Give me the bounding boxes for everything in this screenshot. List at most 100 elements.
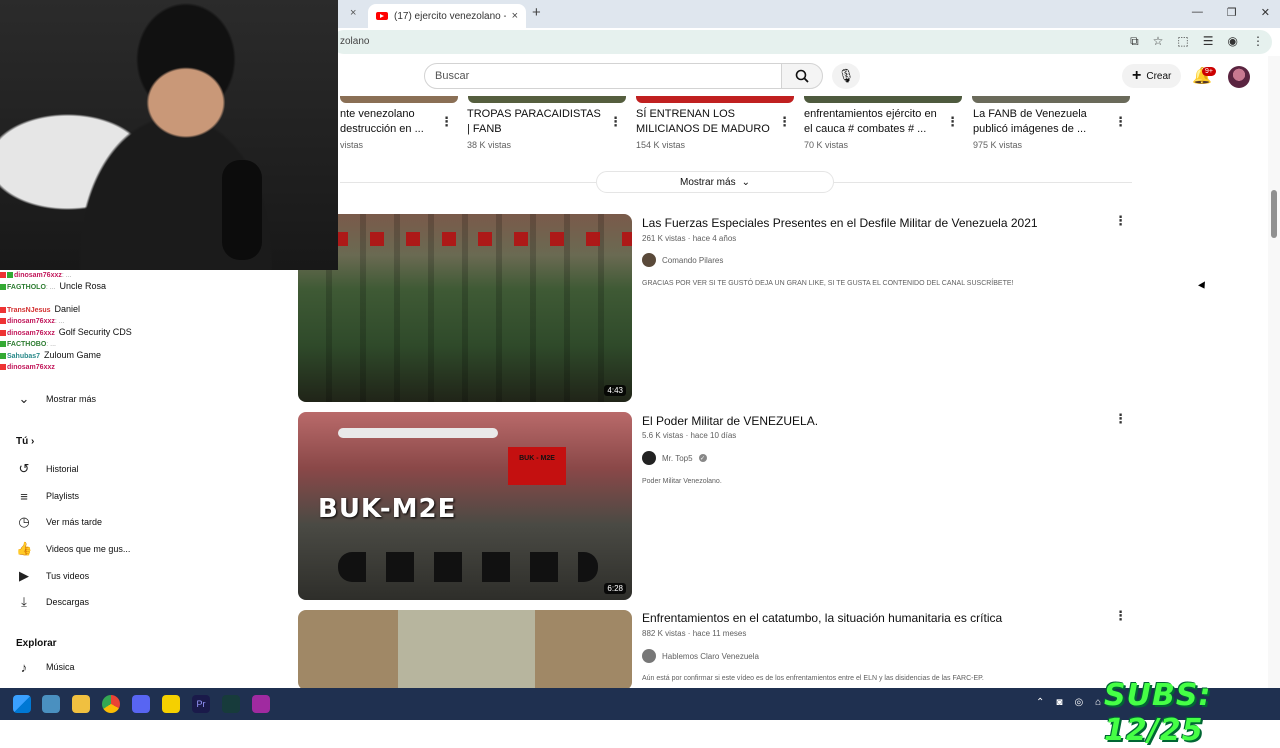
sidebar-item-label: Videos que me gus... (46, 544, 131, 554)
file-explorer-icon[interactable] (72, 695, 90, 713)
scrollbar-thumb[interactable] (1271, 190, 1277, 238)
more-actions-icon[interactable]: ⋮ (778, 114, 791, 130)
video-title[interactable]: El Poder Militar de VENEZUELA. (642, 414, 818, 428)
show-more-button[interactable]: Mostrar más ⌄ (596, 171, 834, 193)
shelf-thumbnail[interactable] (636, 96, 794, 103)
chat-message: dinosam76xxz: ... (0, 270, 250, 281)
chrome-icon[interactable] (102, 695, 120, 713)
sidebar-item-historial[interactable]: ↺ Historial (16, 460, 216, 478)
channel-avatar (642, 649, 656, 663)
network-icon[interactable]: ⌂ (1095, 697, 1101, 708)
notification-count-badge: 9+ (1202, 67, 1216, 76)
video-icon: ▶ (19, 568, 29, 583)
channel-link[interactable]: Hablemos Claro Venezuela (642, 649, 759, 663)
sidebar-item-playlists[interactable]: ≡ Playlists (16, 487, 216, 505)
sidebar-item-label: Playlists (46, 491, 80, 501)
more-actions-icon[interactable]: ⋮ (946, 114, 959, 130)
chat-message: dinosam76xxz: ... (0, 316, 250, 327)
video-thumbnail[interactable]: BUK - M2E BUK-M2E 6:28 (298, 412, 632, 600)
video-title[interactable]: Enfrentamientos en el catatumbo, la situ… (642, 611, 1002, 625)
more-actions-icon[interactable]: ⋮ (1114, 411, 1127, 427)
shelf-thumbnail[interactable] (468, 96, 626, 103)
bookmark-star-icon[interactable]: ☆ (1153, 34, 1164, 49)
video-title[interactable]: Las Fuerzas Especiales Presentes en el D… (642, 216, 1038, 230)
user-avatar[interactable] (1228, 66, 1250, 88)
shelf-thumbnail[interactable] (340, 96, 458, 103)
premiere-icon[interactable]: Pr (192, 695, 210, 713)
more-actions-icon[interactable]: ⋮ (609, 114, 622, 130)
windows-start-icon[interactable] (13, 695, 31, 713)
chevron-up-icon[interactable]: ⌃ (1036, 697, 1044, 708)
close-tab-icon[interactable]: × (350, 7, 356, 19)
sidebar-item-watch-later[interactable]: ◷ Ver más tarde (16, 513, 216, 531)
url-text: zolano (340, 36, 370, 47)
steam-tray-icon[interactable]: ◎ (1074, 697, 1083, 708)
new-tab-button[interactable]: + (532, 4, 541, 21)
extensions-icon[interactable]: ⬚ (1177, 34, 1188, 49)
discord-icon[interactable] (132, 695, 150, 713)
history-icon: ↺ (18, 461, 30, 476)
menu-kebab-icon[interactable]: ⋮ (1252, 34, 1264, 49)
shelf-video-title[interactable]: TROPAS PARACAIDISTAS | FANB (467, 107, 602, 137)
minimize-icon[interactable]: — (1192, 6, 1203, 19)
streamer-webcam (0, 0, 338, 270)
duration-badge: 4:43 (604, 385, 626, 396)
video-description: Aún está por confirmar si este vídeo es … (642, 675, 984, 682)
shelf-video-title[interactable]: enfrentamientos ejército en el cauca # c… (804, 107, 939, 137)
discord-tray-icon[interactable]: ◙ (1056, 697, 1062, 708)
search-button[interactable] (781, 63, 823, 89)
shelf-video-title[interactable]: SÍ ENTRENAN LOS MILICIANOS DE MADURO (636, 107, 771, 137)
taskview-icon[interactable] (42, 695, 60, 713)
system-tray: ⌃ ◙ ◎ ⌂ (1036, 697, 1101, 708)
scrollbar[interactable] (1268, 56, 1280, 688)
sidebar-item-your-videos[interactable]: ▶ Tus videos (16, 567, 216, 585)
video-thumbnail[interactable]: 4:43 (298, 214, 632, 402)
shelf-video-views: 975 K vistas (973, 140, 1023, 150)
shelf-video-title[interactable]: nte venezolano destrucción en ... (340, 107, 430, 137)
window-controls: — ❐ ✕ (1192, 6, 1270, 19)
voice-search-button[interactable]: 🎙 (832, 63, 860, 89)
shelf-thumbnail[interactable] (972, 96, 1130, 103)
chevron-right-icon: › (31, 436, 35, 447)
subs-goal-overlay: SUBS: 12/25 (1104, 678, 1212, 748)
create-button[interactable]: + Crear (1122, 64, 1182, 88)
reading-list-icon[interactable]: ☰ (1203, 34, 1214, 49)
chat-message: dinosam76xxz Golf Security CDS (0, 327, 250, 339)
channel-link[interactable]: Mr. Top5 ✓ (642, 451, 707, 465)
app-icon[interactable] (252, 695, 270, 713)
duration-badge: 6:28 (604, 583, 626, 594)
restore-icon[interactable]: ❐ (1227, 6, 1237, 19)
sidebar-item-label: Tus videos (46, 571, 90, 581)
close-tab-icon[interactable]: × (512, 10, 518, 22)
shelf-thumbnail[interactable] (804, 96, 962, 103)
sidebar-item-liked-videos[interactable]: 👍 Videos que me gus... (16, 540, 216, 558)
capcut-icon[interactable] (222, 695, 240, 713)
browser-tab-active[interactable]: (17) ejercito venezolano - YouTu × (368, 4, 526, 28)
shelf-video-title[interactable]: La FANB de Venezuela publicó imágenes de… (973, 107, 1108, 137)
profile-icon[interactable]: ◉ (1228, 34, 1238, 49)
thumbnail-image (338, 428, 498, 438)
video-meta: 261 K vistas · hace 4 años (642, 234, 737, 243)
shelf-video-views: 38 K vistas (467, 140, 512, 150)
sidebar-item-label: Descargas (46, 597, 90, 607)
sidebar-item-downloads[interactable]: ⤓ Descargas (16, 593, 216, 611)
channel-avatar (642, 451, 656, 465)
sidebar-section-tu[interactable]: Tú › (16, 436, 34, 447)
more-actions-icon[interactable]: ⋮ (440, 114, 453, 130)
sidebar-item-label: Mostrar más (46, 394, 97, 404)
video-thumbnail[interactable] (298, 610, 632, 690)
sidebar-show-more[interactable]: ⌄ Mostrar más (16, 390, 216, 408)
close-window-icon[interactable]: ✕ (1261, 6, 1270, 19)
channel-link[interactable]: Comando Pilares (642, 253, 723, 267)
sidebar-item-label: Música (46, 662, 75, 672)
more-actions-icon[interactable]: ⋮ (1114, 608, 1127, 624)
verified-check-icon: ✓ (698, 454, 707, 462)
chevron-down-icon: ⌄ (18, 391, 30, 406)
sidebar-item-music[interactable]: ♪ Música (16, 658, 216, 676)
search-input[interactable]: Buscar (424, 63, 782, 89)
more-actions-icon[interactable]: ⋮ (1114, 114, 1127, 130)
cast-icon[interactable]: ⧉ (1130, 34, 1139, 49)
more-actions-icon[interactable]: ⋮ (1114, 213, 1127, 229)
thumbnail-image (298, 232, 632, 246)
sticky-notes-icon[interactable] (162, 695, 180, 713)
